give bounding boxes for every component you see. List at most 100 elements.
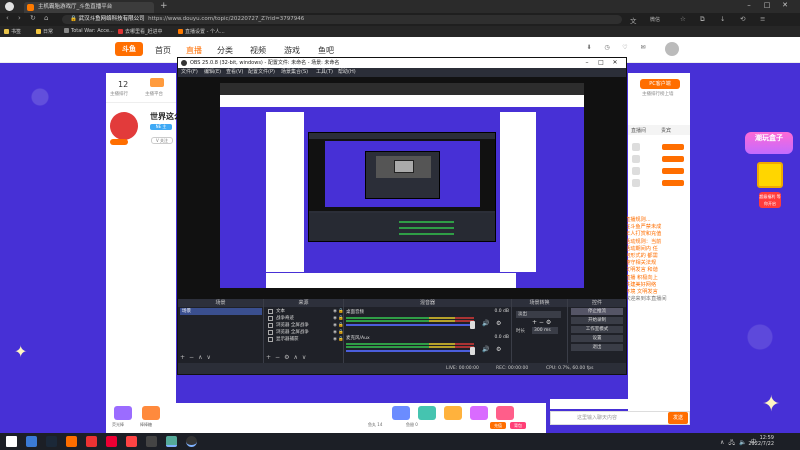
bookmark-item[interactable]: 直播设置 - 个人...: [178, 28, 225, 35]
translate-icon[interactable]: 文: [630, 15, 637, 25]
remove-icon[interactable]: −: [189, 354, 194, 361]
browser-tab[interactable]: 主机霸胎游戏厅_斗鱼直播平台: [24, 2, 154, 13]
back-icon[interactable]: ‹: [6, 14, 9, 22]
settings-icon[interactable]: ≡: [760, 15, 765, 23]
stop-streaming-button[interactable]: 停止推流: [571, 308, 623, 315]
studio-mode-button[interactable]: 工作室模式: [571, 326, 623, 333]
chevron-up-icon[interactable]: ∧: [720, 439, 724, 446]
start-recording-button[interactable]: 开始录制: [571, 317, 623, 324]
up-icon[interactable]: ∧: [198, 354, 202, 361]
promo-cta[interactable]: 超级福利 等你开启: [759, 192, 781, 208]
explorer-icon[interactable]: [26, 436, 37, 447]
source-item[interactable]: 浏览器 全屏战争 ◉ 🔒: [266, 322, 346, 329]
douyu-logo[interactable]: 斗鱼: [115, 42, 143, 56]
nav-yuba[interactable]: 鱼吧: [318, 45, 334, 56]
url-input[interactable]: 🔒 武汉斗鱼网络科技有限公司 https://www.douyu.com/top…: [62, 15, 622, 24]
down-icon[interactable]: ∨: [206, 354, 210, 361]
gear-icon[interactable]: ⚙: [496, 346, 501, 353]
download-icon[interactable]: ↓: [720, 15, 725, 23]
source-item[interactable]: 显示器捕获 ◉ 🔒: [266, 336, 346, 343]
list-item[interactable]: [632, 143, 687, 151]
visibility-icon[interactable]: ◉ 🔒: [333, 336, 344, 343]
bookmark-item[interactable]: 书签: [4, 28, 21, 35]
menu-scene-collection[interactable]: 场景集合(S): [281, 68, 308, 77]
home-icon[interactable]: ⌂: [44, 14, 48, 22]
start-windows-icon[interactable]: [6, 436, 17, 447]
nav-home[interactable]: 首页: [155, 45, 171, 56]
maximize-icon[interactable]: □: [758, 1, 776, 9]
anchor-avatar[interactable]: [110, 112, 138, 140]
add-remove-icons[interactable]: + − ⚙: [532, 319, 551, 326]
nav-category[interactable]: 分类: [217, 45, 233, 56]
gift-item[interactable]: [418, 406, 436, 420]
nav-live[interactable]: 直播: [186, 45, 202, 63]
close-icon[interactable]: ✕: [776, 1, 794, 9]
subscribe-pill[interactable]: [110, 139, 128, 145]
gift-item[interactable]: [114, 406, 132, 420]
follow-button[interactable]: V 关注: [151, 137, 173, 144]
source-item[interactable]: 文本 ◉ 🔒: [266, 308, 346, 315]
bookmark-item[interactable]: 日常: [36, 28, 53, 35]
gift-item[interactable]: [470, 406, 488, 420]
bookmark-item[interactable]: 去哪里看_赶进中: [118, 28, 163, 35]
new-tab-icon[interactable]: +: [160, 1, 168, 11]
close-icon[interactable]: ✕: [608, 58, 622, 68]
remove-icon[interactable]: −: [275, 354, 280, 361]
volume-slider-handle[interactable]: [470, 321, 475, 329]
volume-slider[interactable]: [346, 350, 474, 352]
gift-item[interactable]: [496, 406, 514, 420]
follow-icon[interactable]: ♡: [616, 44, 634, 51]
volume-icon[interactable]: 🔈: [739, 439, 746, 446]
maximize-icon[interactable]: □: [594, 58, 608, 68]
history-icon[interactable]: ◷: [598, 44, 616, 51]
gift-item[interactable]: [392, 406, 410, 420]
visibility-icon[interactable]: ◉ 🔒: [333, 308, 344, 315]
backpack-button[interactable]: 背包: [510, 422, 526, 429]
down-icon[interactable]: ∨: [302, 354, 306, 361]
volume-slider-handle[interactable]: [470, 347, 475, 355]
add-icon[interactable]: +: [266, 354, 271, 361]
gift-item[interactable]: [444, 406, 462, 420]
app-icon[interactable]: [146, 436, 157, 447]
pc-client-button[interactable]: PC客户端: [640, 79, 680, 89]
star-icon[interactable]: ☆: [680, 15, 686, 23]
menu-file[interactable]: 文件(F): [181, 68, 198, 77]
menu-tools[interactable]: 工具(T): [316, 68, 333, 77]
transition-select[interactable]: 淡出: [516, 311, 561, 318]
douyu-icon[interactable]: [66, 436, 77, 447]
speaker-icon[interactable]: 🔊: [482, 320, 489, 327]
obs-taskbar-icon[interactable]: [186, 436, 197, 447]
list-item[interactable]: [632, 167, 687, 175]
menu-profile[interactable]: 配置文件(P): [248, 68, 275, 77]
promo-banner[interactable]: 潮玩盒子 超级福利 等你开启: [745, 132, 793, 232]
browser-taskbar-icon[interactable]: [166, 436, 177, 447]
source-item[interactable]: 浏览器 全屏战争 ◉ 🔒: [266, 329, 346, 336]
menu-help[interactable]: 帮助(H): [338, 68, 356, 77]
visibility-icon[interactable]: ◉ 🔒: [333, 315, 344, 322]
gift-item[interactable]: [142, 406, 160, 420]
nav-game[interactable]: 游戏: [284, 45, 300, 56]
menu-edit[interactable]: 编辑(E): [204, 68, 221, 77]
volume-slider[interactable]: [346, 324, 474, 326]
bookmark-item[interactable]: Total War: Acce...: [64, 28, 114, 34]
source-item[interactable]: 战争奇迹 ◉ 🔒: [266, 315, 346, 322]
app-icon[interactable]: [106, 436, 117, 447]
nav-video[interactable]: 视频: [250, 45, 266, 56]
send-button[interactable]: 发送: [668, 412, 688, 424]
list-item[interactable]: [632, 179, 687, 187]
recharge-button[interactable]: 充值: [490, 422, 506, 429]
reload-icon[interactable]: ↻: [30, 14, 36, 22]
app-icon[interactable]: [86, 436, 97, 447]
network-icon[interactable]: 🖧: [728, 439, 735, 446]
browser-logo-icon[interactable]: [5, 2, 14, 11]
settings-button[interactable]: 设置: [571, 335, 623, 342]
visibility-icon[interactable]: ◉ 🔒: [333, 329, 344, 336]
user-avatar[interactable]: [665, 42, 679, 56]
extensions-icon[interactable]: ⧉: [700, 15, 705, 24]
browser-user-label[interactable]: 微信: [650, 16, 660, 23]
scene-item[interactable]: 场景: [180, 308, 262, 315]
message-icon[interactable]: ✉: [634, 44, 652, 51]
download-icon[interactable]: ⬇: [580, 44, 598, 51]
add-icon[interactable]: +: [180, 354, 185, 361]
up-icon[interactable]: ∧: [293, 354, 297, 361]
